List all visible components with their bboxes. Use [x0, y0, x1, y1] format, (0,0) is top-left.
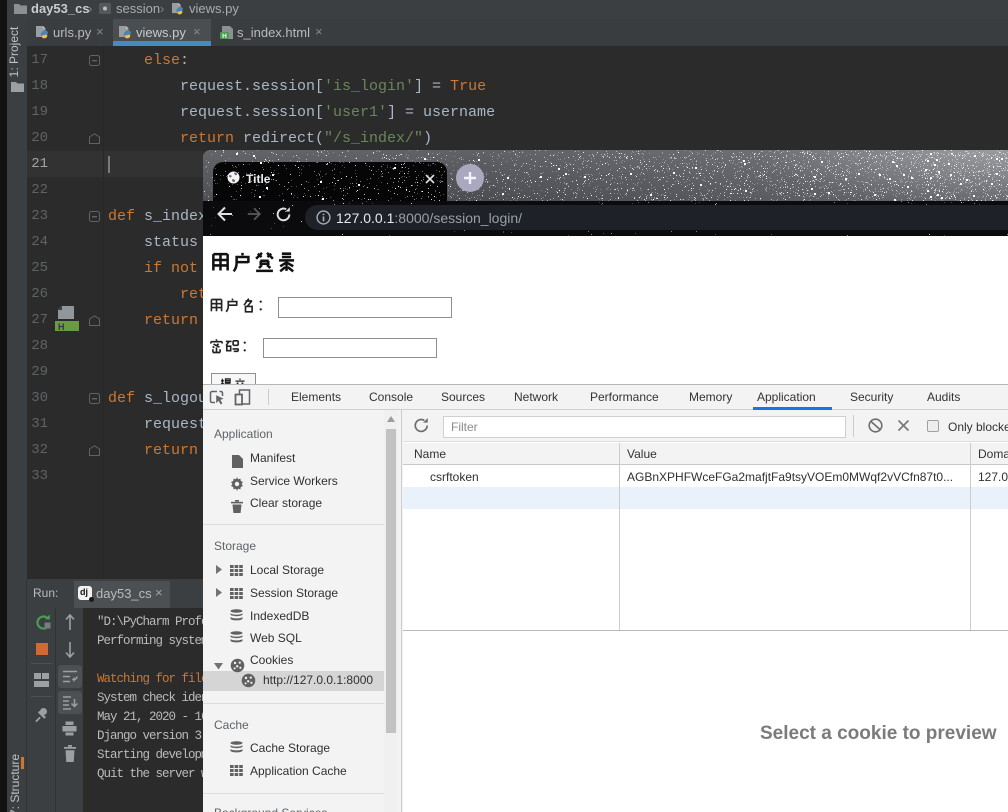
svg-text:H: H — [222, 33, 227, 39]
svg-text:H: H — [58, 322, 65, 331]
